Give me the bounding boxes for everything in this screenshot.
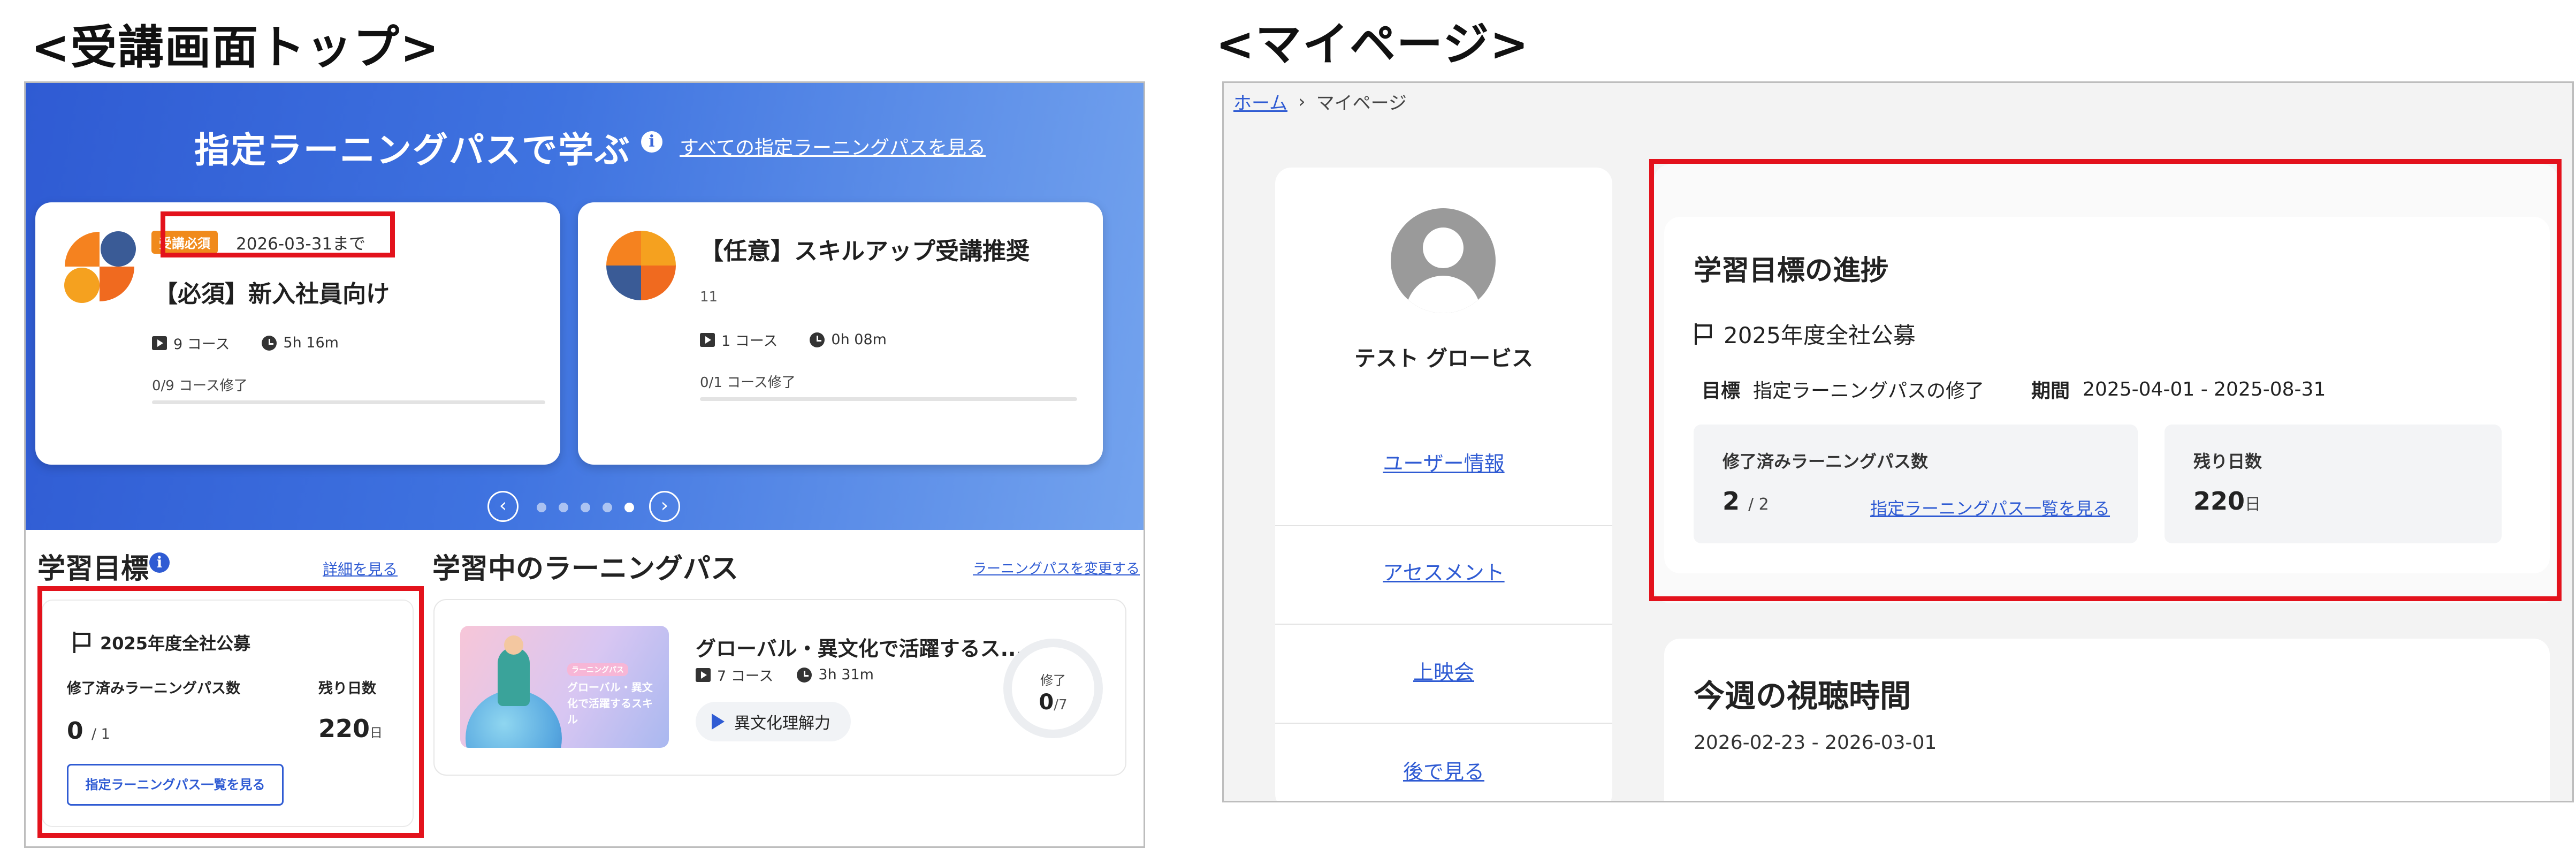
course-icon [152, 336, 167, 350]
ring-label: 修了 [1040, 673, 1066, 688]
highlight-box-badge [161, 211, 395, 257]
person-illustration-icon [498, 647, 530, 706]
weekly-viewing-title: 今週の視聴時間 [1694, 678, 1911, 714]
person-head [504, 635, 523, 655]
clock-icon [797, 667, 812, 683]
learning-paths-heading: 学習中のラーニングパス [432, 553, 739, 585]
progress-bar [152, 400, 545, 404]
carousel-dot[interactable] [559, 503, 568, 512]
change-learning-path-link[interactable]: ラーニングパスを変更する [973, 558, 1140, 578]
course-title: グローバル・異文化で活躍するス... [696, 637, 1024, 661]
clock-icon [810, 332, 825, 347]
profile-sidebar: テスト グロービス ユーザー情報 アセスメント 上映会 後で見る [1275, 168, 1612, 801]
sidebar-divider [1275, 525, 1612, 526]
info-icon[interactable]: i [149, 552, 170, 573]
carousel-dot-active[interactable] [624, 503, 634, 512]
right-section-heading: <マイページ> [1216, 18, 1530, 71]
highlight-box-progress [1649, 159, 2562, 601]
resume-course-label: 異文化理解力 [734, 714, 830, 733]
highlight-box-goal [37, 586, 424, 838]
carousel-dot[interactable] [537, 503, 546, 512]
goal-detail-link[interactable]: 詳細を見る [323, 558, 398, 579]
clock-icon [262, 335, 277, 351]
sidebar-link-watch-later[interactable]: 後で見る [1275, 755, 1612, 785]
thumbnail-text: グローバル・異文化で活躍するスキル [567, 681, 653, 726]
breadcrumb-current: マイページ [1316, 93, 1407, 114]
course-count: 9 コース [173, 336, 230, 353]
course-icon [696, 668, 711, 682]
weekly-date-range: 2026-02-23 - 2026-03-01 [1694, 732, 1937, 754]
left-section-heading: <受講画面トップ> [31, 21, 440, 74]
carousel-next-button[interactable]: › [649, 491, 680, 522]
sidebar-divider [1275, 723, 1612, 724]
weekly-viewing-time-card: 今週の視聴時間 2026-02-23 - 2026-03-01 [1664, 639, 2550, 801]
card-meta: 1 コース 0h 08m [700, 329, 887, 350]
breadcrumb: ホーム › マイページ [1233, 88, 1407, 115]
card-title: 【任意】スキルアップ受講推奨 [700, 238, 1030, 265]
thumbnail-badge: ラーニングパス [567, 663, 628, 676]
card-subtitle: 11 [700, 289, 718, 305]
learning-path-logo-icon [64, 231, 136, 303]
breadcrumb-home-link[interactable]: ホーム [1233, 88, 1287, 115]
duration: 3h 31m [818, 666, 874, 683]
progress-bar [700, 397, 1077, 401]
duration: 0h 08m [831, 331, 887, 348]
designated-learning-path-hero: 指定ラーニングパスで学ぶ i すべての指定ラーニングパスを見る 受講必須 202… [26, 83, 1144, 530]
ring-total: /7 [1054, 697, 1068, 713]
carousel-dot[interactable] [581, 503, 590, 512]
completion-ring: 修了 0/7 [1003, 639, 1103, 738]
resume-course-button[interactable]: 異文化理解力 [696, 702, 851, 741]
progress-text: 0/1 コース修了 [700, 375, 796, 391]
course-count: 1 コース [721, 333, 778, 350]
course-icon [700, 332, 715, 347]
duration: 5h 16m [283, 335, 339, 351]
course-meta: 7 コース 3h 31m [696, 664, 874, 685]
course-count: 7 コース [717, 668, 774, 685]
sidebar-link-user-info[interactable]: ユーザー情報 [1275, 447, 1612, 476]
play-icon [712, 714, 725, 730]
avatar-icon [1391, 208, 1496, 313]
breadcrumb-separator-icon: › [1298, 90, 1306, 112]
learning-path-card[interactable]: 【任意】スキルアップ受講推奨 11 1 コース 0h 08m 0/1 コース修了 [578, 202, 1103, 465]
carousel-prev-button[interactable]: ‹ [487, 491, 519, 522]
ring-value: 0/7 [1012, 690, 1094, 715]
course-top-screen: 指定ラーニングパスで学ぶ i すべての指定ラーニングパスを見る 受講必須 202… [24, 81, 1145, 848]
my-page-screen: ホーム › マイページ テスト グロービス ユーザー情報 アセスメント 上映会 … [1222, 81, 2574, 802]
card-title: 【必須】新入社員向け [154, 281, 390, 308]
carousel-dot[interactable] [603, 503, 612, 512]
sidebar-link-screening[interactable]: 上映会 [1275, 656, 1612, 685]
info-icon[interactable]: i [641, 131, 662, 153]
course-thumbnail: ラーニングパス グローバル・異文化で活躍するスキル [460, 626, 669, 748]
sidebar-divider [1275, 624, 1612, 625]
ring-count: 0 [1039, 690, 1054, 715]
learning-path-logo-icon [606, 231, 676, 300]
sidebar-link-assessment[interactable]: アセスメント [1275, 556, 1612, 586]
progress-text: 0/9 コース修了 [152, 378, 248, 394]
card-meta: 9 コース 5h 16m [152, 332, 339, 353]
all-learning-paths-link[interactable]: すべての指定ラーニングパスを見る [680, 132, 986, 160]
learning-goal-heading: 学習目標 [37, 553, 149, 585]
hero-title: 指定ラーニングパスで学ぶ [194, 130, 631, 171]
in-progress-learning-path-card[interactable]: ラーニングパス グローバル・異文化で活躍するスキル グローバル・異文化で活躍する… [433, 599, 1126, 776]
user-name: テスト グロービス [1354, 346, 1533, 371]
